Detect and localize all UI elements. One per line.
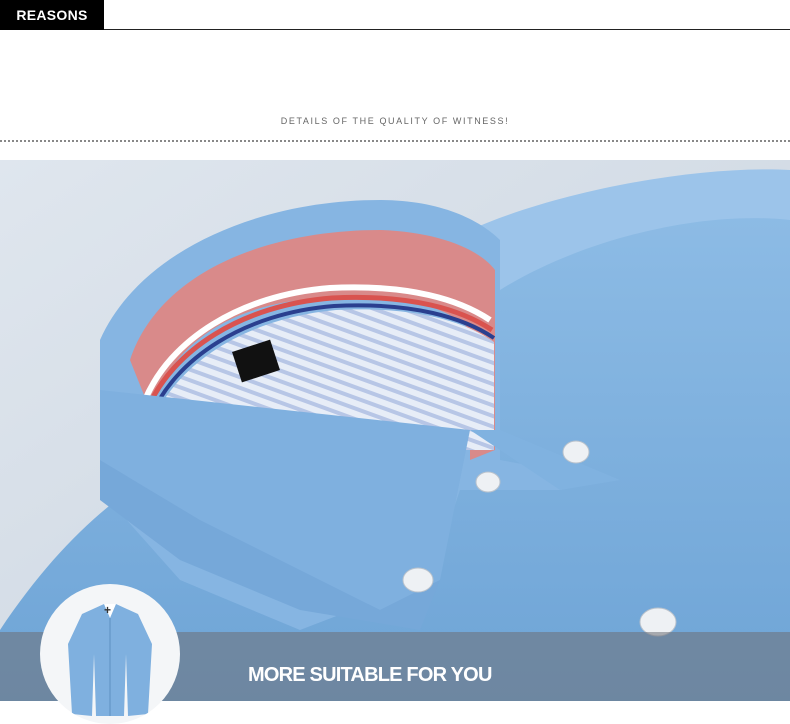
section-subtitle: DETAILS OF THE QUALITY OF WITNESS! <box>280 116 510 126</box>
header-rule <box>104 29 790 30</box>
banner-text: MORE SUITABLE FOR YOU <box>248 664 492 686</box>
shirt-thumbnail: + <box>40 584 180 724</box>
dotted-divider <box>0 140 790 142</box>
header: REASONS <box>0 0 790 31</box>
plus-icon[interactable]: + <box>104 603 111 617</box>
reasons-tab: REASONS <box>0 0 104 30</box>
